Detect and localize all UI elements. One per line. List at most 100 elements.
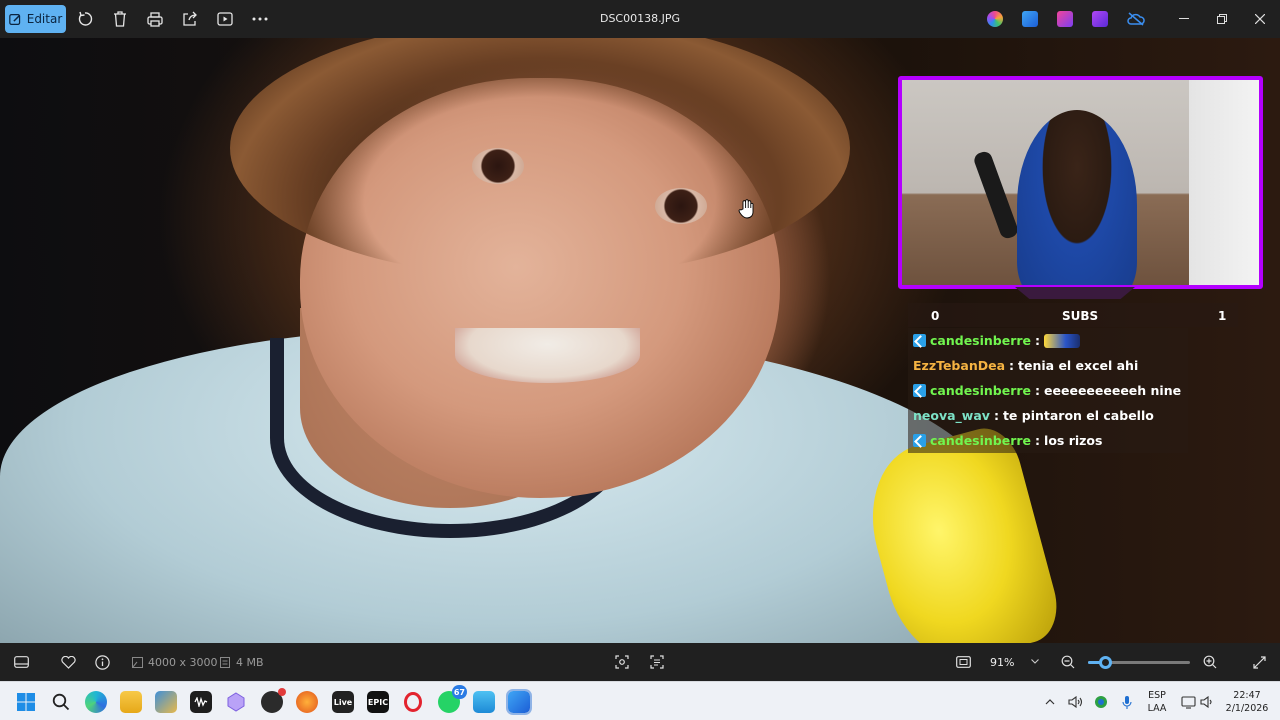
clock-date: 2/1/2026	[1225, 703, 1269, 714]
webcam-frame	[898, 76, 1263, 289]
webcam-streamer	[1017, 110, 1137, 285]
obs-studio-icon[interactable]	[261, 688, 286, 713]
whatsapp-unread-badge: 67	[451, 685, 467, 699]
cloud-off-icon[interactable]	[1127, 11, 1145, 27]
zoom-level-dropdown[interactable]: 91%	[983, 651, 1051, 673]
photos-viewer-icon[interactable]	[506, 689, 532, 715]
more-options-icon[interactable]	[250, 9, 270, 29]
clipchamp-icon[interactable]	[1057, 11, 1073, 27]
chat-username: candesinberre	[930, 433, 1032, 448]
chevron-up-icon[interactable]	[1042, 694, 1058, 710]
edit-label: Editar	[26, 12, 63, 26]
search-icon[interactable]	[50, 691, 72, 713]
whatsapp-icon[interactable]: 67	[438, 685, 467, 713]
hand-cursor-icon	[738, 199, 754, 219]
chat-emote-icon	[1044, 333, 1081, 348]
speaker-icon[interactable]	[1067, 694, 1083, 710]
chat-username: candesinberre	[930, 383, 1032, 398]
keyboard-layout: LAA	[1147, 703, 1167, 714]
copilot-icon[interactable]	[987, 11, 1003, 27]
minimize-button[interactable]	[1171, 8, 1197, 30]
chat-separator: :	[1035, 433, 1041, 448]
chat-separator: :	[1035, 383, 1041, 398]
notepad-icon[interactable]	[473, 691, 495, 713]
chat-text: tenia el excel ahi	[1018, 358, 1139, 373]
subs-counter: 0 SUBS 1	[908, 303, 1238, 327]
maximize-button[interactable]	[1209, 8, 1235, 30]
microphone-icon[interactable]	[1119, 694, 1135, 710]
zoom-out-icon[interactable]	[1060, 654, 1076, 670]
clock-time: 22:47	[1233, 690, 1261, 701]
filmstrip-icon[interactable]	[13, 654, 29, 670]
share-icon[interactable]	[180, 9, 200, 29]
fullscreen-icon[interactable]	[1251, 654, 1267, 670]
chat-message: candesinberre : los rizos	[908, 428, 1188, 453]
webcam-cabinet	[1189, 80, 1259, 285]
file-explorer-icon[interactable]	[120, 691, 142, 713]
clock[interactable]: 22:47 2/1/2026	[1222, 689, 1272, 715]
slideshow-icon[interactable]	[215, 9, 235, 29]
subs-right-count: 1	[1218, 309, 1227, 323]
chat-badge-icon	[913, 384, 926, 397]
chat-username: EzzTebanDea	[913, 358, 1006, 373]
chevron-down-icon	[1031, 659, 1039, 664]
print-icon[interactable]	[145, 9, 165, 29]
edit-button[interactable]: Editar	[5, 5, 66, 33]
keyboard-language[interactable]: ESP LAA	[1143, 689, 1171, 715]
windows-start-icon[interactable]	[15, 691, 37, 713]
chat-username: candesinberre	[930, 333, 1032, 348]
info-icon[interactable]	[94, 654, 110, 670]
delete-icon[interactable]	[110, 9, 130, 29]
taskbar: Live EPIC 67 ESP LAA 22:47 2/1/2026	[0, 681, 1280, 720]
security-shield-icon[interactable]	[1093, 694, 1109, 710]
video-editor-icon[interactable]	[1092, 11, 1108, 27]
close-button[interactable]	[1247, 8, 1273, 30]
file-size-icon	[217, 654, 233, 670]
notification-dot	[278, 688, 286, 696]
text-scan-icon[interactable]	[649, 654, 665, 670]
visual-search-icon[interactable]	[614, 654, 630, 670]
chat-separator: :	[1035, 333, 1041, 348]
obsidian-style-app-icon[interactable]	[225, 691, 247, 713]
status-bar: 4000 x 3000 4 MB 91%	[0, 643, 1280, 681]
fit-to-window-icon[interactable]	[955, 654, 971, 670]
edge-browser-icon[interactable]	[85, 691, 107, 713]
opera-browser-icon[interactable]	[402, 691, 424, 713]
volume-icon[interactable]	[1199, 694, 1215, 710]
zoom-slider[interactable]	[1088, 656, 1190, 669]
photos-app-icon[interactable]	[155, 691, 177, 713]
chat-separator: :	[993, 408, 999, 423]
chat-message: neova_wav : te pintaron el cabello	[908, 403, 1188, 428]
chat-text: eeeeeeeeeeeh nine	[1044, 383, 1182, 398]
chat-badge-icon	[913, 334, 926, 347]
live-app-icon[interactable]: Live	[332, 691, 354, 713]
photo-eye-left	[472, 148, 524, 184]
chat-list: candesinberre : EzzTebanDea : tenia el e…	[908, 328, 1188, 453]
photo-smile	[455, 328, 640, 383]
title-bar: Editar DSC00138.JPG	[0, 0, 1280, 38]
webcam-frame-tab	[1015, 287, 1135, 299]
edit-icon	[8, 13, 20, 25]
network-icon[interactable]	[1180, 694, 1196, 710]
chat-separator: :	[1009, 358, 1015, 373]
zoom-in-icon[interactable]	[1202, 654, 1218, 670]
chat-message: candesinberre :	[908, 328, 1188, 353]
epic-games-icon[interactable]: EPIC	[367, 691, 389, 713]
subs-label: SUBS	[1062, 309, 1099, 323]
audio-app-icon[interactable]	[190, 691, 212, 713]
chat-text: te pintaron el cabello	[1002, 408, 1154, 423]
language-code: ESP	[1148, 690, 1166, 701]
favorite-heart-icon[interactable]	[60, 654, 76, 670]
chat-message: candesinberre : eeeeeeeeeeeh nine	[908, 378, 1188, 403]
file-size: 4 MB	[236, 656, 264, 669]
zoom-level-value: 91%	[990, 655, 1015, 669]
photo-eye-right	[655, 188, 707, 224]
chat-text: los rizos	[1044, 433, 1103, 448]
game-launcher-icon[interactable]	[296, 691, 318, 713]
chat-username: neova_wav	[913, 408, 990, 423]
zoom-slider-thumb[interactable]	[1099, 656, 1113, 669]
chat-message: EzzTebanDea : tenia el excel ahi	[908, 353, 1188, 378]
rotate-icon[interactable]	[75, 9, 95, 29]
designer-icon[interactable]	[1022, 11, 1038, 27]
dimensions-icon	[129, 654, 145, 670]
